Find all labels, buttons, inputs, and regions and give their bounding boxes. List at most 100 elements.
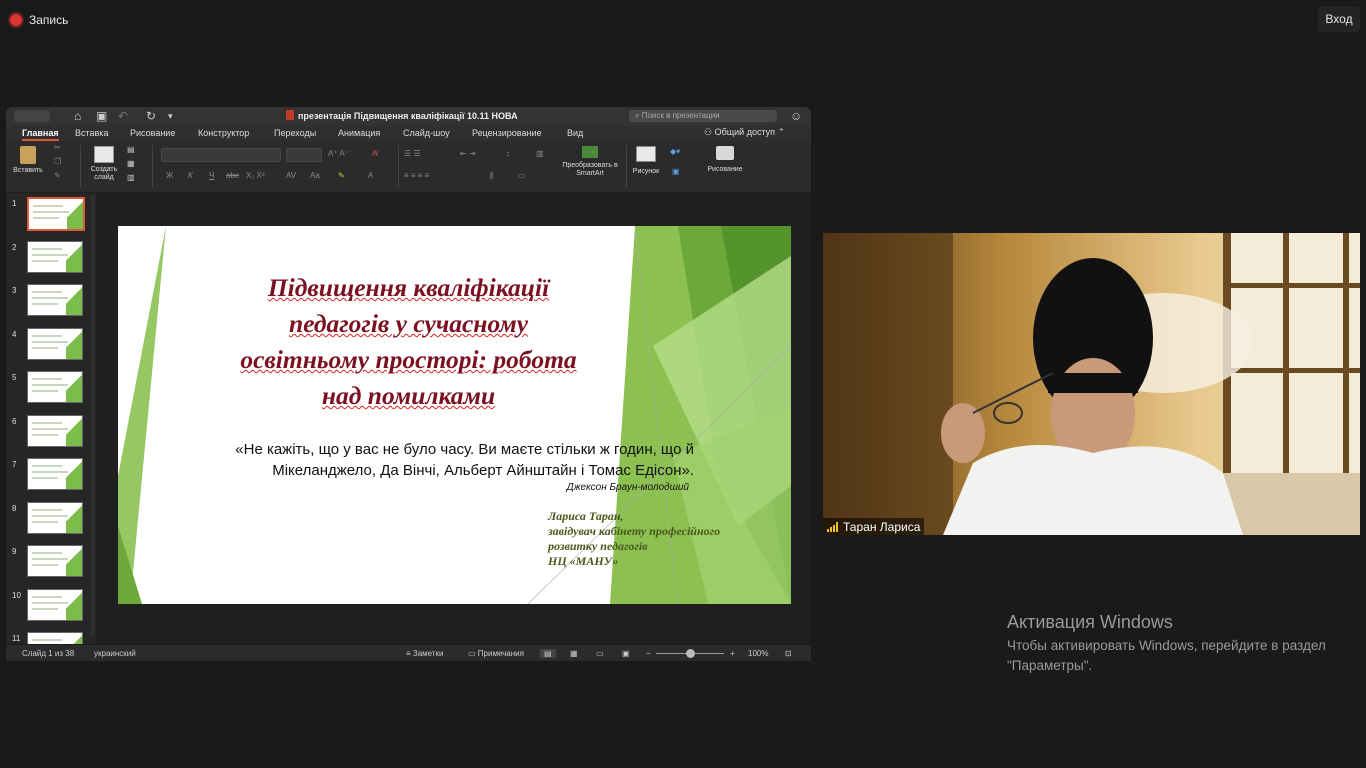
slide-counter: Слайд 1 из 38 bbox=[22, 649, 75, 658]
activation-title: Активация Windows bbox=[1007, 612, 1173, 632]
section-icon[interactable]: ▥ bbox=[127, 173, 135, 182]
account-icon[interactable]: ☺ bbox=[790, 109, 802, 123]
strikethrough-icon[interactable]: abc bbox=[226, 171, 239, 180]
customize-toolbar-icon[interactable]: ▾ bbox=[168, 111, 173, 122]
highlight-icon[interactable]: ✎ bbox=[338, 171, 345, 180]
clear-format-icon[interactable]: A̸ bbox=[372, 149, 377, 158]
layout-icon[interactable]: ▤ bbox=[127, 145, 135, 154]
status-bar: Слайд 1 из 38 украинский ≡ Заметки ▭ При… bbox=[6, 644, 811, 661]
align-text-icon[interactable]: ▭ bbox=[518, 171, 526, 180]
share-button[interactable]: ⚇ Общий доступ ⌃ bbox=[704, 127, 785, 138]
fit-to-window-icon[interactable]: ⊡ bbox=[785, 649, 792, 658]
slide-thumbnail[interactable] bbox=[27, 371, 83, 403]
subscript-icon[interactable]: X₂ X² bbox=[246, 171, 265, 180]
slide-sorter-icon[interactable]: ▦ bbox=[570, 649, 578, 658]
picture-button[interactable]: Рисунок bbox=[630, 146, 662, 176]
line-spacing-icon[interactable]: ↕ bbox=[506, 149, 510, 158]
reset-icon[interactable]: ▦ bbox=[127, 159, 135, 168]
align-left-icon[interactable]: ≡ ≡ ≡ ≡ bbox=[404, 171, 429, 180]
change-case-icon[interactable]: Aa bbox=[310, 171, 320, 180]
video-frame bbox=[823, 233, 1360, 535]
undo-icon[interactable]: ↶ bbox=[118, 109, 128, 123]
cut-icon[interactable]: ✂ bbox=[54, 143, 61, 152]
tab-transitions[interactable]: Переходы bbox=[274, 128, 316, 138]
slide-thumbnail[interactable] bbox=[27, 414, 83, 447]
slide-thumbnail-number: 2 bbox=[12, 242, 17, 252]
clipboard-icon bbox=[20, 146, 36, 164]
title-bar: ⌂ ▣ ↶ ↻ ▾ презентація Підвищення кваліфі… bbox=[6, 107, 811, 126]
reading-view-icon[interactable]: ▭ bbox=[596, 649, 604, 658]
tab-slideshow[interactable]: Слайд-шоу bbox=[403, 128, 450, 138]
tab-view[interactable]: Вид bbox=[567, 128, 583, 138]
add-person-icon: ⚇ bbox=[704, 127, 715, 137]
copy-icon[interactable]: ❐ bbox=[54, 157, 61, 166]
zoom-in-icon[interactable]: + bbox=[730, 649, 735, 658]
participant-video[interactable]: Таран Лариса bbox=[823, 233, 1360, 535]
tab-draw[interactable]: Рисование bbox=[130, 128, 175, 138]
save-icon[interactable]: ▣ bbox=[96, 109, 107, 123]
italic-icon[interactable]: К bbox=[188, 171, 193, 180]
drawing-button[interactable]: Рисование bbox=[702, 146, 748, 174]
slide-thumbnail[interactable] bbox=[27, 240, 83, 273]
new-slide-button[interactable]: Создать слайд bbox=[86, 146, 122, 182]
slide-thumbnail[interactable] bbox=[27, 197, 85, 231]
drawing-icon bbox=[716, 146, 734, 160]
slide-thumbnail-number: 8 bbox=[12, 503, 17, 513]
comments-button[interactable]: ▭ Примечания bbox=[468, 649, 524, 658]
smartart-button[interactable]: Преобразовать в SmartArt bbox=[558, 146, 622, 178]
indent-icon[interactable]: ⇤ ⇥ bbox=[460, 149, 476, 158]
slide-thumbnail[interactable] bbox=[27, 327, 83, 360]
tab-animations[interactable]: Анимация bbox=[338, 128, 380, 138]
home-icon[interactable]: ⌂ bbox=[74, 109, 81, 123]
tab-review[interactable]: Рецензирование bbox=[472, 128, 542, 138]
ribbon-tabs: Главная Вставка Рисование Конструктор Пе… bbox=[6, 126, 811, 141]
normal-view-icon[interactable]: ▤ bbox=[540, 649, 556, 658]
powerpoint-window: ⌂ ▣ ↶ ↻ ▾ презентація Підвищення кваліфі… bbox=[6, 107, 811, 661]
slide-thumbnail[interactable] bbox=[27, 545, 83, 577]
recording-indicator[interactable]: Запись bbox=[10, 10, 68, 30]
slide-thumbnail[interactable] bbox=[27, 501, 83, 534]
slideshow-view-icon[interactable]: ▣ bbox=[622, 649, 630, 658]
redo-icon[interactable]: ↻ bbox=[146, 109, 156, 123]
text-direction-icon[interactable]: ⫼ bbox=[490, 171, 494, 181]
bold-icon[interactable]: Ж bbox=[166, 171, 173, 180]
tab-home[interactable]: Главная bbox=[22, 128, 59, 141]
zoom-out-icon[interactable]: − bbox=[646, 649, 651, 658]
zoom-slider-handle[interactable] bbox=[686, 649, 695, 658]
slide-thumbnail[interactable] bbox=[27, 284, 83, 316]
underline-icon[interactable]: Ч bbox=[209, 171, 214, 180]
window-controls[interactable] bbox=[14, 110, 50, 122]
font-size-select[interactable] bbox=[286, 148, 322, 162]
bullets-icon[interactable]: ☰ ☰ bbox=[404, 149, 421, 158]
ppt-file-icon bbox=[286, 110, 294, 120]
columns-icon[interactable]: ▥ bbox=[536, 149, 544, 158]
slide-thumbnail-number: 11 bbox=[12, 634, 21, 643]
zoom-level[interactable]: 100% bbox=[748, 649, 768, 658]
paste-button[interactable]: Вставить bbox=[10, 146, 46, 175]
slide-thumbnail[interactable] bbox=[27, 588, 83, 621]
language-indicator[interactable]: украинский bbox=[94, 649, 136, 658]
slide-title: Підвищення кваліфікації педагогів у суча… bbox=[240, 273, 577, 410]
char-spacing-icon[interactable]: AV bbox=[286, 171, 296, 180]
ribbon-toolbar: Вставить ✂ ❐ ✎ Создать слайд ▤ ▦ ▥ A⁺ A⁻… bbox=[6, 141, 811, 193]
smartart-icon bbox=[582, 146, 598, 158]
tab-insert[interactable]: Вставка bbox=[75, 128, 108, 138]
enter-button[interactable]: Вход bbox=[1318, 6, 1360, 32]
textbox-icon[interactable]: ▣ bbox=[672, 167, 680, 176]
comment-icon: ▭ bbox=[468, 649, 478, 658]
increase-font-icon[interactable]: A⁺ A⁻ bbox=[328, 149, 349, 158]
slide-thumbnail[interactable] bbox=[27, 458, 83, 490]
notes-button[interactable]: ≡ Заметки bbox=[406, 649, 444, 658]
slide-thumbnail-number: 9 bbox=[12, 547, 17, 556]
search-icon: ⌕ bbox=[635, 111, 642, 120]
slide-editor: Підвищення кваліфікації педагогів у суча… bbox=[97, 193, 811, 644]
current-slide[interactable]: Підвищення кваліфікації педагогів у суча… bbox=[118, 226, 791, 604]
thumbnails-scrollbar[interactable] bbox=[91, 195, 95, 635]
format-painter-icon[interactable]: ✎ bbox=[54, 171, 61, 180]
slide-thumbnail[interactable] bbox=[27, 632, 83, 644]
font-color-icon[interactable]: A bbox=[368, 171, 373, 180]
font-name-select[interactable] bbox=[161, 148, 281, 162]
tab-design[interactable]: Конструктор bbox=[198, 128, 249, 138]
search-box[interactable]: ⌕ Поиск в презентации bbox=[629, 110, 777, 122]
shapes-icon[interactable]: ◆▾ bbox=[670, 147, 680, 156]
